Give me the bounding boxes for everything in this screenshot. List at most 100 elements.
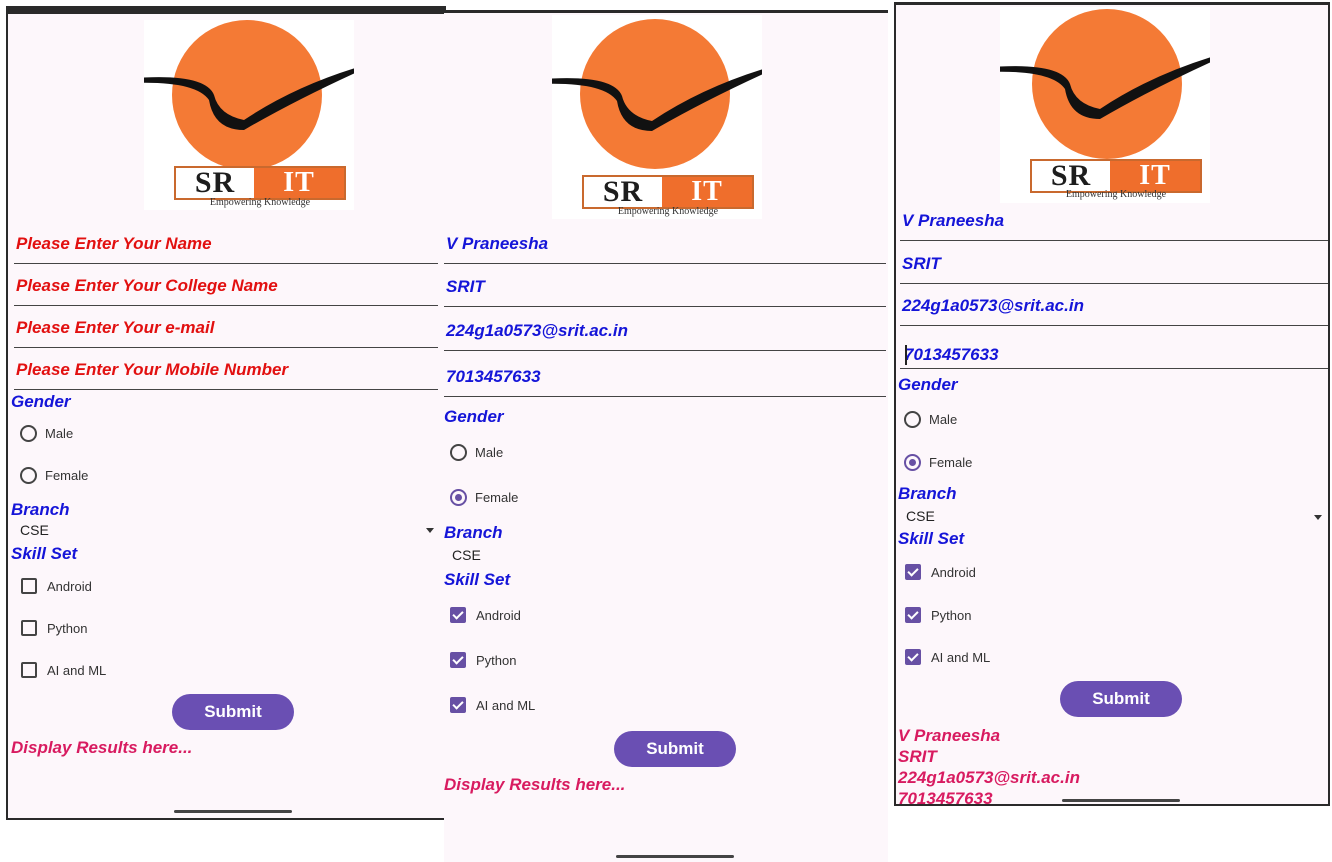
submit-button[interactable]: Submit (614, 731, 736, 767)
logo-tagline: Empowering Knowledge (1065, 189, 1167, 200)
gender-radio-female[interactable]: Female (450, 486, 518, 508)
dropdown-arrow-icon[interactable] (1314, 515, 1322, 520)
skill-checkbox-android[interactable]: Android (905, 561, 976, 583)
phone-screen-empty-form: SR IT Empowering Knowledge Please Enter … (6, 6, 446, 820)
logo-tagline: Empowering Knowledge (617, 206, 719, 217)
branch-spinner[interactable]: CSE (20, 522, 430, 542)
branch-label: Branch (11, 500, 70, 519)
checkbox-label: AI and ML (47, 662, 107, 678)
checkbox-label: Python (476, 652, 517, 668)
logo-swoosh-icon (552, 69, 762, 131)
branch-spinner[interactable]: CSE (906, 508, 1316, 528)
skill-checkbox-ai-ml[interactable]: AI and ML (450, 694, 535, 716)
college-value: SRIT (902, 254, 941, 273)
logo-it-text: IT (662, 177, 752, 207)
branch-label: Branch (444, 523, 503, 542)
email-value: 224g1a0573@srit.ac.in (446, 321, 628, 340)
skill-checkbox-python[interactable]: Python (21, 617, 87, 639)
gender-radio-female[interactable]: Female (20, 464, 88, 486)
logo-brand: SR IT (1030, 159, 1202, 193)
gender-radio-male[interactable]: Male (450, 441, 503, 463)
email-value: 224g1a0573@srit.ac.in (902, 296, 1084, 315)
checkbox-label: Android (47, 578, 92, 594)
checkbox-label: Python (931, 607, 972, 623)
checkbox-checked-icon (450, 697, 466, 713)
radio-label: Male (45, 425, 74, 441)
checkbox-checked-icon (450, 652, 466, 668)
radio-label: Male (475, 444, 504, 460)
skill-checkbox-android[interactable]: Android (21, 575, 92, 597)
branch-spinner[interactable]: CSE (452, 547, 872, 567)
mobile-input[interactable]: 7013457633 (900, 333, 1328, 369)
srit-logo: SR IT Empowering Knowledge (144, 20, 354, 210)
logo-sr-text: SR (584, 177, 662, 207)
result-block: V Praneesha SRIT 224g1a0573@srit.ac.in 7… (898, 725, 1080, 804)
skill-checkbox-android[interactable]: Android (450, 604, 521, 626)
submit-button[interactable]: Submit (172, 694, 294, 730)
gesture-nav-bar[interactable] (616, 855, 734, 858)
submit-button[interactable]: Submit (1060, 681, 1182, 717)
result-name: V Praneesha (898, 726, 1001, 745)
name-value: V Praneesha (902, 211, 1005, 230)
skillset-label: Skill Set (11, 544, 78, 563)
mobile-value: 7013457633 (446, 367, 541, 386)
checkbox-icon (21, 578, 37, 594)
result-text: Display Results here... (444, 775, 626, 794)
name-input[interactable]: V Praneesha (900, 205, 1328, 241)
skill-checkbox-ai-ml[interactable]: AI and ML (905, 646, 990, 668)
checkbox-checked-icon (450, 607, 466, 623)
email-input[interactable]: 224g1a0573@srit.ac.in (444, 315, 886, 351)
radio-circle-icon (20, 424, 37, 442)
checkbox-checked-icon (905, 649, 921, 665)
radio-selected-icon (904, 453, 921, 471)
radio-label: Female (45, 467, 89, 483)
college-input[interactable]: SRIT (444, 271, 886, 307)
email-input[interactable]: Please Enter Your e-mail (14, 312, 438, 348)
branch-label: Branch (898, 484, 957, 503)
name-value: V Praneesha (446, 234, 549, 253)
logo-brand: SR IT (582, 175, 754, 209)
gender-label: Gender (11, 392, 71, 411)
branch-value: CSE (452, 547, 481, 563)
name-input[interactable]: V Praneesha (444, 228, 886, 264)
srit-logo: SR IT Empowering Knowledge (1000, 7, 1210, 203)
checkbox-label: Python (47, 620, 88, 636)
name-input[interactable]: Please Enter Your Name (14, 228, 438, 264)
checkbox-label: Android (476, 607, 521, 623)
srit-logo: SR IT Empowering Knowledge (552, 15, 762, 219)
logo-it-text: IT (254, 168, 344, 198)
gender-radio-male[interactable]: Male (20, 422, 73, 444)
college-input[interactable]: Please Enter Your College Name (14, 270, 438, 306)
gesture-nav-bar[interactable] (174, 810, 292, 813)
checkbox-label: AI and ML (931, 649, 991, 665)
gender-radio-male[interactable]: Male (904, 408, 957, 430)
email-input[interactable]: 224g1a0573@srit.ac.in (900, 290, 1328, 326)
skill-checkbox-ai-ml[interactable]: AI and ML (21, 659, 106, 681)
gesture-nav-bar[interactable] (1062, 799, 1180, 802)
checkbox-label: AI and ML (476, 697, 536, 713)
branch-value: CSE (20, 522, 49, 538)
skill-checkbox-python[interactable]: Python (450, 649, 516, 671)
checkbox-label: Android (931, 564, 976, 580)
college-value: SRIT (446, 277, 485, 296)
checkbox-icon (21, 662, 37, 678)
college-input[interactable]: SRIT (900, 248, 1328, 284)
mobile-input[interactable]: Please Enter Your Mobile Number (14, 354, 438, 390)
skillset-label: Skill Set (898, 529, 965, 548)
dropdown-arrow-icon[interactable] (426, 528, 434, 533)
college-placeholder: Please Enter Your College Name (16, 276, 278, 295)
logo-sr-text: SR (1032, 161, 1110, 191)
logo-sr-text: SR (176, 168, 254, 198)
logo-swoosh-icon (1000, 57, 1210, 119)
gender-radio-female[interactable]: Female (904, 451, 972, 473)
logo-brand: SR IT (174, 166, 346, 200)
logo-tagline: Empowering Knowledge (209, 197, 311, 208)
email-placeholder: Please Enter Your e-mail (16, 318, 215, 337)
skill-checkbox-python[interactable]: Python (905, 604, 971, 626)
logo-it-text: IT (1110, 161, 1200, 191)
gender-label: Gender (898, 375, 958, 394)
mobile-input[interactable]: 7013457633 (444, 361, 886, 397)
radio-circle-icon (450, 443, 467, 461)
logo-swoosh-icon (144, 68, 354, 130)
checkbox-checked-icon (905, 564, 921, 580)
